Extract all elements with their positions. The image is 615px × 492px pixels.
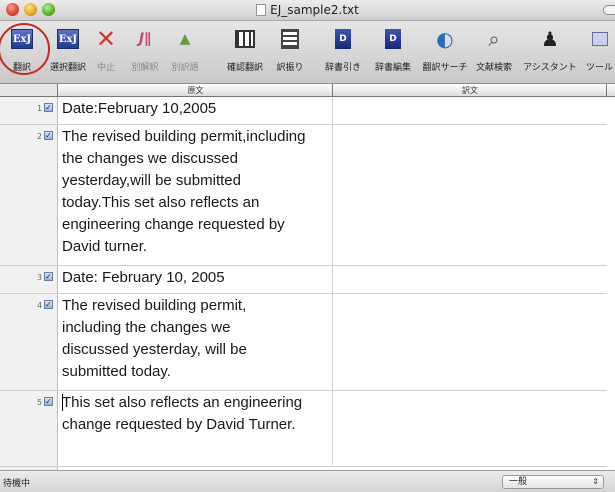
sentence-row[interactable]: 4 ✓ The revised building permit, includi… [0,294,607,391]
sentence-row[interactable]: 2 ✓ The revised building permit,includin… [0,125,607,266]
window-title: EJ_sample2.txt [270,3,359,17]
stop-button[interactable]: ✕ 中止 [92,26,120,73]
source-text[interactable]: The revised building permit,including th… [62,126,312,258]
row-checkbox[interactable]: ✓ [44,397,53,406]
columns-icon [235,30,255,48]
stop-icon: ✕ [95,25,117,53]
row-checkbox[interactable]: ✓ [44,272,53,281]
assistant-button[interactable]: ♟ アシスタント [518,26,582,73]
status-text: 待機中 [3,479,31,489]
column-edge [606,84,607,96]
sentence-row[interactable]: 1 ✓ Date:February 10,2005 [0,97,607,125]
dict-lookup-button[interactable]: D 辞書引き [318,26,368,73]
dictionary-icon: D [335,29,351,49]
translation-assign-label: 訳振り [276,63,304,73]
status-bar: 待機中 一般 ⇕ [0,470,615,492]
selection-translate-label: 選択翻訳 [49,63,86,73]
alt-word-label: 別訳語 [171,63,199,73]
source-text[interactable]: Date:February 10,2005 [62,98,330,120]
updown-arrow-icon: ⇕ [592,477,599,486]
translation-assign-button[interactable]: 訳振り [272,26,308,73]
stop-label: 中止 [96,63,115,73]
mode-select[interactable]: 一般 ⇕ [502,475,604,489]
selection-translate-icon: ExJ [57,29,79,49]
document-icon [256,4,267,16]
text-cursor [62,394,63,411]
toolbar: ExJ 翻訳 ExJ 選択翻訳 ✕ 中止 J∥ 別解釈 ▲ 別訳語 確認翻訳 訳… [0,21,615,84]
tools-label: ツール [585,63,613,73]
row-number: 2 [37,132,43,141]
literature-search-label: 文献検索 [475,63,512,73]
highlight-circle [0,23,50,75]
row-checkbox[interactable]: ✓ [44,103,53,112]
source-text[interactable]: Date: February 10, 2005 [62,267,330,289]
dictionary-edit-icon: D [385,29,401,49]
assistant-label: アシスタント [523,63,577,73]
row-number: 1 [37,104,43,113]
sentence-row[interactable]: 3 ✓ Date: February 10, 2005 [0,266,607,294]
source-column-header[interactable]: 原文 [59,85,332,96]
alt-explain-label: 別解釈 [131,63,159,73]
dict-edit-button[interactable]: D 辞書編集 [368,26,418,73]
magnifier-icon: ⌕ [488,27,500,51]
source-text[interactable]: The revised building permit, including t… [62,295,292,383]
selection-translate-button[interactable]: ExJ 選択翻訳 [46,26,90,73]
literature-search-button[interactable]: ⌕ 文献検索 [470,26,518,73]
alt-word-button[interactable]: ▲ 別訳語 [166,26,204,73]
window-title-group: EJ_sample2.txt [0,3,615,17]
gutter-header [0,84,58,96]
sentence-list: 1 ✓ Date:February 10,2005 2 ✓ The revise… [0,97,615,470]
tools-icon [591,32,608,46]
row-checkbox[interactable]: ✓ [44,131,53,140]
toolbar-toggle-button[interactable] [603,5,615,15]
tools-button[interactable]: ツール [584,26,615,73]
sentence-row[interactable]: 5 ✓ This set also reflects an engineerin… [0,391,607,467]
globe-search-icon: ◐ [436,27,454,51]
dict-edit-label: 辞書編集 [374,63,411,73]
translation-search-button[interactable]: ◐ 翻訳サーチ [418,26,472,73]
mode-select-value: 一般 [509,477,528,487]
row-number: 3 [37,273,43,282]
alt-explain-button[interactable]: J∥ 別解釈 [126,26,164,73]
assistant-icon: ♟ [541,27,559,51]
confirm-translate-button[interactable]: 確認翻訳 [218,26,272,73]
alt-explain-icon: J∥ [138,31,152,47]
confirm-translate-label: 確認翻訳 [226,63,263,73]
row-checkbox[interactable]: ✓ [44,300,53,309]
row-number: 4 [37,301,43,310]
title-bar: EJ_sample2.txt [0,0,615,21]
source-text[interactable]: This set also reflects an engineering ch… [62,392,324,436]
lines-icon [281,29,299,49]
translation-search-label: 翻訳サーチ [422,63,468,73]
dict-lookup-label: 辞書引き [324,63,361,73]
column-header: 原文 訳文 [0,84,615,97]
alt-word-icon: ▲ [179,31,191,47]
row-number: 5 [37,398,43,407]
translation-column-header[interactable]: 訳文 [333,85,607,96]
